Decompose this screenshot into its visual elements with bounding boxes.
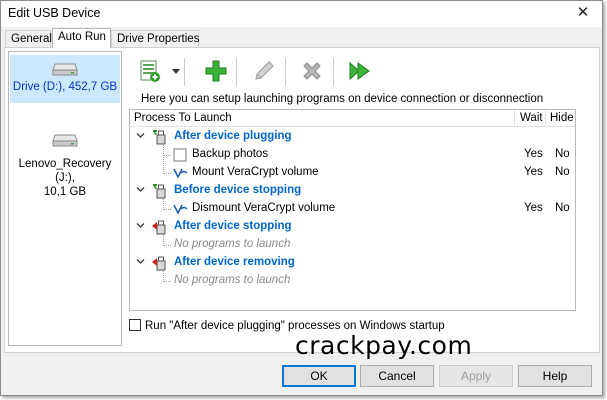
column-divider [514, 110, 515, 127]
hint-text: Here you can setup launching programs on… [141, 93, 544, 105]
drive-list[interactable]: Drive (D:), 452,7 GB Lenovo_Recovery (J:… [8, 51, 122, 346]
tree-empty-row: No programs to launch [130, 236, 575, 254]
empty-placeholder: No programs to launch [174, 238, 291, 250]
drive-disk-icon [52, 63, 78, 76]
usb-plug-red-icon [152, 220, 166, 235]
chevron-down-icon[interactable] [136, 257, 145, 266]
startup-label: Run "After device plugging" processes on… [145, 320, 445, 332]
x-icon [303, 62, 321, 80]
toolbar-separator [285, 58, 286, 86]
startup-checkbox[interactable] [129, 319, 141, 331]
tree-group-row[interactable]: After device plugging [130, 128, 575, 146]
group-label: Before device stopping [174, 184, 302, 196]
tab-general[interactable]: General [5, 30, 52, 47]
usb-plug-red-icon [152, 256, 166, 271]
item-wait: Yes [524, 148, 543, 160]
ok-button[interactable]: OK [282, 365, 356, 387]
tree-item-row[interactable]: Dismount VeraCrypt volume Yes No [130, 200, 575, 218]
item-wait: Yes [524, 202, 543, 214]
item-hide: No [555, 202, 570, 214]
chevron-down-icon[interactable] [172, 69, 180, 74]
drive-item-d[interactable]: Drive (D:), 452,7 GB [10, 55, 120, 103]
toolbar-separator [184, 58, 185, 86]
veracrypt-icon [173, 204, 188, 215]
chevron-down-icon[interactable] [136, 131, 145, 140]
toolbar-separator [333, 58, 334, 86]
tree-item-row[interactable]: Backup photos Yes No [130, 146, 575, 164]
drive-label: Drive (D:), 452,7 GB [12, 81, 118, 93]
column-header-wait[interactable]: Wait [520, 112, 543, 124]
item-wait: Yes [524, 166, 543, 178]
help-button[interactable]: Help [518, 365, 592, 387]
blank-doc-icon [173, 148, 187, 162]
edit-button[interactable] [249, 56, 279, 86]
group-label: After device stopping [174, 220, 292, 232]
column-divider [545, 110, 546, 127]
tree-header: Process To Launch Wait Hide [130, 110, 575, 127]
close-icon[interactable]: ✕ [572, 3, 594, 23]
add-program-menu-button[interactable] [135, 56, 165, 86]
chevron-down-icon[interactable] [136, 185, 145, 194]
play-icon [349, 61, 370, 81]
empty-placeholder: No programs to launch [174, 274, 291, 286]
toolbar-separator [236, 58, 237, 86]
title-bar: Edit USB Device ✕ [1, 1, 602, 27]
process-tree[interactable]: Process To Launch Wait Hide After device… [129, 109, 576, 311]
tree-item-row[interactable]: Mount VeraCrypt volume Yes No [130, 164, 575, 182]
edit-usb-device-dialog: Edit USB Device ✕ General Auto Run Drive… [0, 0, 603, 396]
cancel-button[interactable]: Cancel [360, 365, 434, 387]
group-label: After device removing [174, 256, 295, 268]
veracrypt-icon [173, 168, 188, 179]
startup-option[interactable]: Run "After device plugging" processes on… [129, 319, 445, 332]
tree-empty-row: No programs to launch [130, 272, 575, 290]
item-label: Dismount VeraCrypt volume [192, 202, 336, 214]
add-button[interactable] [201, 56, 231, 86]
plus-icon [205, 60, 227, 82]
drive-disk-icon [52, 134, 78, 147]
item-hide: No [555, 148, 570, 160]
tab-auto-run[interactable]: Auto Run [52, 28, 111, 48]
column-header-hide[interactable]: Hide [550, 112, 574, 124]
chevron-down-icon[interactable] [136, 221, 145, 230]
list-add-icon [140, 60, 160, 82]
apply-button[interactable]: Apply [439, 365, 513, 387]
window-title: Edit USB Device [8, 6, 101, 20]
drive-size: 10,1 GB [43, 186, 87, 198]
tree-group-row[interactable]: Before device stopping [130, 182, 575, 200]
tree-group-row[interactable]: After device stopping [130, 218, 575, 236]
auto-run-panel: Drive (D:), 452,7 GB Lenovo_Recovery (J:… [4, 47, 600, 360]
item-label: Backup photos [192, 148, 269, 160]
usb-plug-green-icon [153, 184, 166, 199]
item-label: Mount VeraCrypt volume [192, 166, 319, 178]
group-label: After device plugging [174, 130, 292, 142]
column-header-process[interactable]: Process To Launch [134, 112, 232, 124]
run-button[interactable] [345, 56, 375, 86]
delete-button[interactable] [297, 56, 327, 86]
drive-item-j[interactable]: Lenovo_Recovery (J:), 10,1 GB [10, 134, 120, 198]
tab-drive-properties[interactable]: Drive Properties [111, 30, 199, 47]
pencil-icon [255, 61, 274, 80]
drive-label: Lenovo_Recovery (J:), [18, 158, 112, 184]
usb-plug-green-icon [153, 130, 166, 145]
watermark-text: crackpay.com [295, 331, 473, 360]
tree-group-row[interactable]: After device removing [130, 254, 575, 272]
item-hide: No [555, 166, 570, 178]
